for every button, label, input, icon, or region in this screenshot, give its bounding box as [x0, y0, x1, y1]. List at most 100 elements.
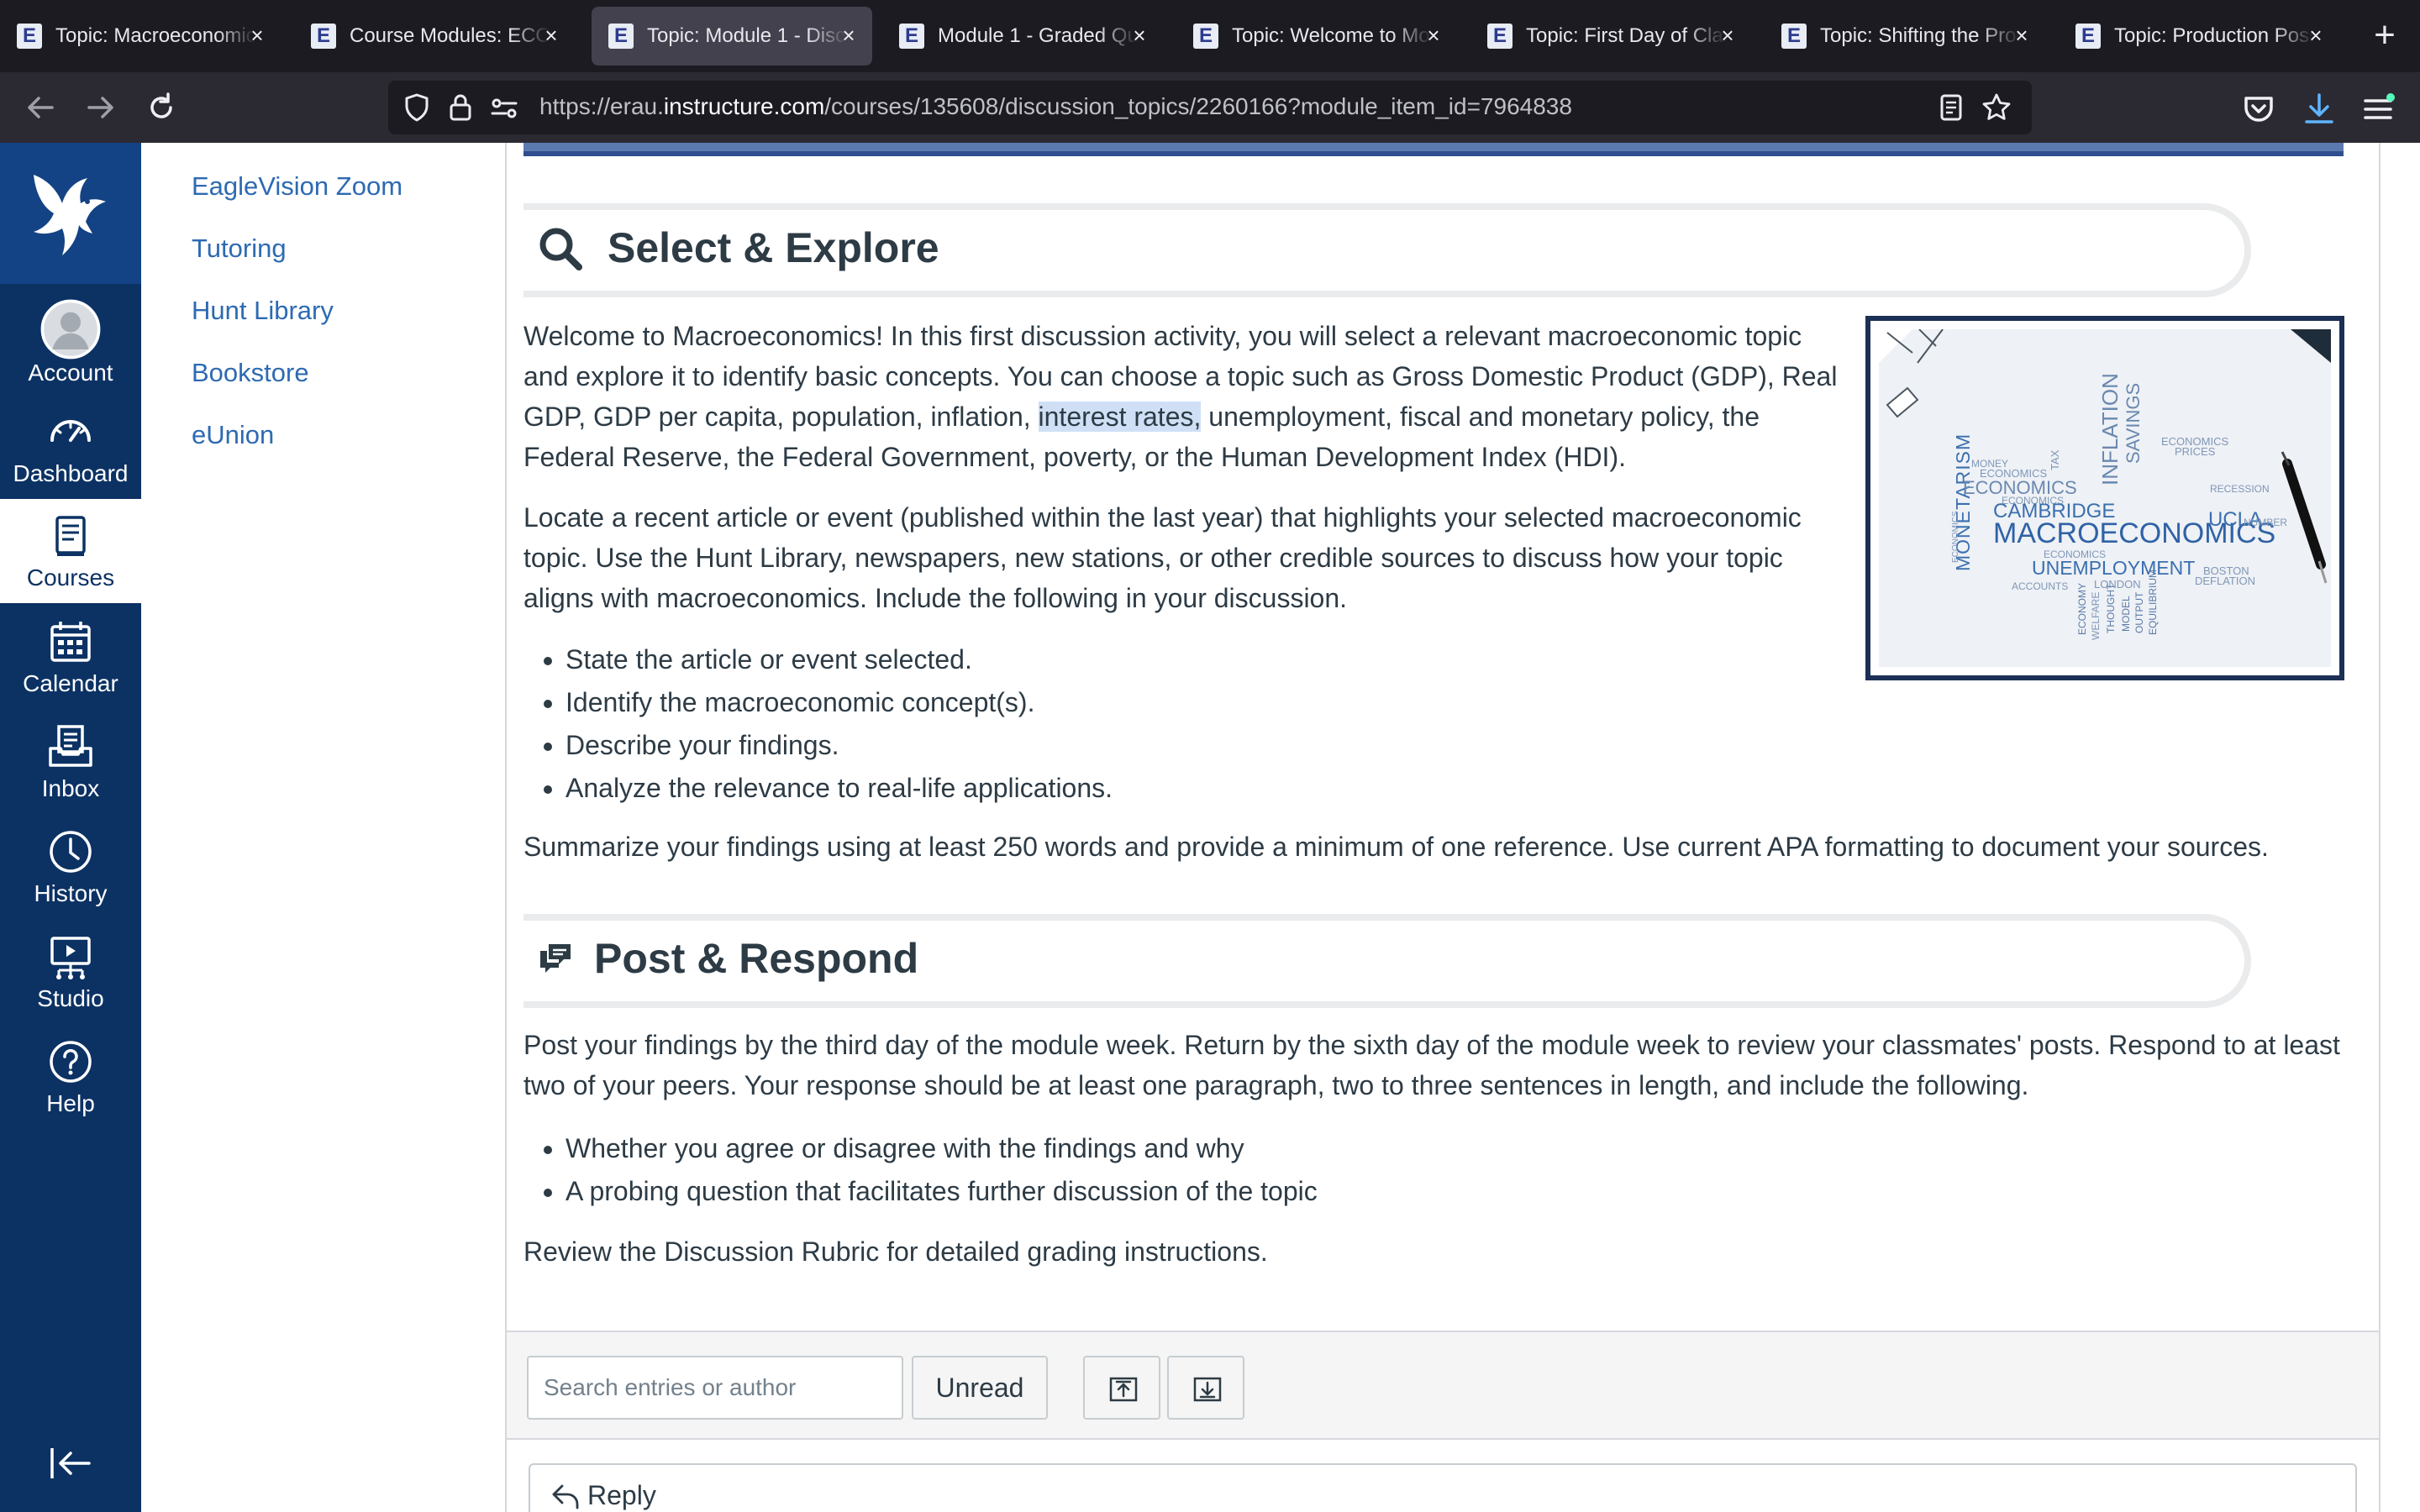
word-tax: TAX: [2049, 449, 2061, 470]
reply-arrow-icon: [552, 1484, 579, 1509]
history-icon: [50, 831, 92, 873]
reply-button[interactable]: Reply: [550, 1480, 656, 1511]
discussion-bubbles-icon: [540, 944, 571, 973]
select-explore-summary: Summarize your findings using at least 2…: [523, 832, 2269, 862]
collapse-up-icon: [1109, 1377, 1138, 1402]
canvas-favicon-icon: E: [608, 24, 634, 49]
inbox-icon: [49, 725, 92, 767]
tab-title: Topic: Macroeconomics: [55, 24, 255, 47]
calendar-icon: [50, 622, 91, 662]
permissions-icon[interactable]: [489, 92, 519, 123]
canvas-favicon-icon: E: [1487, 24, 1512, 49]
avatar-icon: [40, 299, 101, 360]
global-nav-calendar[interactable]: Calendar: [0, 605, 141, 709]
highlighted-text: interest rates,: [1038, 402, 1202, 432]
post-respond-instructions: Post your findings by the third day of t…: [523, 1030, 2340, 1100]
course-nav-hunt-library[interactable]: Hunt Library: [192, 296, 334, 326]
word-accounts: ACCOUNTS: [2012, 580, 2068, 592]
tab-title: Topic: Production Possibilities: [2114, 24, 2314, 47]
word-economy: ECONOMY: [2076, 583, 2088, 635]
tab-close-icon[interactable]: ×: [2008, 22, 2035, 49]
tab-close-icon[interactable]: ×: [1126, 22, 1153, 49]
select-explore-bullets: State the article or event selected. Ide…: [523, 638, 1113, 810]
pocket-icon[interactable]: [2240, 91, 2277, 128]
reply-container: Reply: [529, 1463, 2357, 1512]
global-nav-history[interactable]: History: [0, 815, 141, 919]
word-unemployment: UNEMPLOYMENT: [2032, 557, 2195, 579]
list-item: State the article or event selected.: [523, 638, 1113, 681]
tab-close-icon[interactable]: ×: [1714, 22, 1741, 49]
canvas-favicon-icon: E: [899, 24, 924, 49]
tab-close-icon[interactable]: ×: [2302, 22, 2329, 49]
discussion-toolbar: Unread: [507, 1331, 2379, 1440]
back-arrow-icon[interactable]: [22, 89, 59, 126]
tab-close-icon[interactable]: ×: [1420, 22, 1447, 49]
word-output: OUTPUT: [2133, 591, 2145, 633]
downloads-icon[interactable]: [2301, 91, 2338, 128]
studio-icon: [50, 937, 91, 979]
new-tab-icon[interactable]: +: [2368, 17, 2402, 54]
course-nav-bookstore[interactable]: Bookstore: [192, 358, 309, 388]
word-inflation: INFLATION: [2097, 373, 2123, 486]
canvas-favicon-icon: E: [311, 24, 336, 49]
tab-close-icon[interactable]: ×: [538, 22, 565, 49]
bookmark-star-icon[interactable]: [1981, 92, 2012, 123]
lock-icon[interactable]: [445, 92, 476, 123]
word-economics-vertical: ECONOMICS: [1951, 511, 1960, 563]
url-text[interactable]: https://erau.instructure.com/courses/135…: [539, 93, 1572, 120]
discussion-content: Select & Explore Welcome to Macroeconomi…: [505, 143, 2381, 1512]
university-logo[interactable]: [0, 143, 141, 284]
reader-view-icon[interactable]: [1936, 92, 1966, 123]
word-number: NUMBER: [2244, 517, 2287, 528]
browser-tab[interactable]: E Topic: Welcome to Module ×: [1176, 7, 1457, 66]
word-savings: SAVINGS: [2123, 383, 2144, 464]
canvas-favicon-icon: E: [1193, 24, 1218, 49]
course-nav-eunion[interactable]: eUnion: [192, 420, 274, 450]
tab-title: Module 1 - Graded Quiz: [938, 24, 1138, 47]
tab-title: Topic: First Day of Class: [1526, 24, 1726, 47]
macroeconomics-word-cloud-image: MONETARISM ECONOMICS MONEY ECONOMICS ECO…: [1865, 316, 2344, 680]
word-deflation: DEFLATION: [2195, 575, 2255, 587]
tab-close-icon[interactable]: ×: [835, 22, 862, 49]
tracking-shield-icon[interactable]: [402, 92, 432, 123]
course-nav-tutoring[interactable]: Tutoring: [192, 234, 287, 264]
unread-filter-button[interactable]: Unread: [912, 1356, 1048, 1420]
browser-tab[interactable]: E Topic: Production Possibilities ×: [2059, 7, 2339, 66]
tab-title: Topic: Module 1 - Discussion: [647, 24, 847, 47]
word-cloud-card: MONETARISM ECONOMICS MONEY ECONOMICS ECO…: [1879, 329, 2331, 667]
reload-icon[interactable]: [143, 89, 180, 126]
app-menu-icon[interactable]: [2360, 91, 2396, 128]
global-nav-studio[interactable]: Studio: [0, 920, 141, 1024]
word-model: MODEL: [2120, 596, 2132, 632]
browser-tab[interactable]: E Topic: Macroeconomics ×: [0, 7, 281, 66]
course-nav-eaglevision-zoom[interactable]: EagleVision Zoom: [192, 171, 402, 202]
collapse-threads-button[interactable]: [1083, 1356, 1160, 1420]
word-equilibrium: EQUILIBRIUM: [2147, 570, 2159, 635]
global-nav-help[interactable]: Help: [0, 1025, 141, 1129]
browser-tab[interactable]: E Module 1 - Graded Quiz ×: [882, 7, 1163, 66]
global-nav-courses[interactable]: Courses: [0, 499, 141, 603]
expand-threads-button[interactable]: [1167, 1356, 1244, 1420]
url-bar[interactable]: https://erau.instructure.com/courses/135…: [388, 81, 2032, 134]
select-explore-heading: Select & Explore: [608, 224, 939, 271]
browser-tab[interactable]: E Topic: Shifting the Production ×: [1765, 7, 2045, 66]
global-nav-account[interactable]: Account: [0, 284, 141, 388]
forward-arrow-icon[interactable]: [82, 89, 119, 126]
collapse-nav-icon[interactable]: [49, 1445, 92, 1482]
word-cloud-drawing: MONETARISM ECONOMICS MONEY ECONOMICS ECO…: [1879, 329, 2331, 667]
search-icon: [539, 228, 582, 270]
post-respond-bullets: Whether you agree or disagree with the f…: [523, 1127, 1318, 1213]
list-item: A probing question that facilitates furt…: [523, 1170, 1318, 1213]
post-respond-heading: Post & Respond: [594, 935, 919, 982]
global-nav-inbox[interactable]: Inbox: [0, 710, 141, 814]
tab-title: Course Modules: ECON: [350, 24, 550, 47]
word-prices: PRICES: [2175, 445, 2216, 458]
search-entries-input[interactable]: [527, 1356, 903, 1420]
select-explore-intro: Welcome to Macroeconomics! In this first…: [523, 321, 1838, 472]
global-nav-dashboard[interactable]: Dashboard: [0, 395, 141, 499]
browser-tab[interactable]: E Course Modules: ECON ×: [294, 7, 575, 66]
browser-tab[interactable]: E Topic: First Day of Class ×: [1470, 7, 1751, 66]
word-recession: RECESSION: [2210, 483, 2270, 495]
browser-tab-active[interactable]: E Topic: Module 1 - Discussion ×: [592, 7, 872, 66]
tab-close-icon[interactable]: ×: [244, 22, 271, 49]
